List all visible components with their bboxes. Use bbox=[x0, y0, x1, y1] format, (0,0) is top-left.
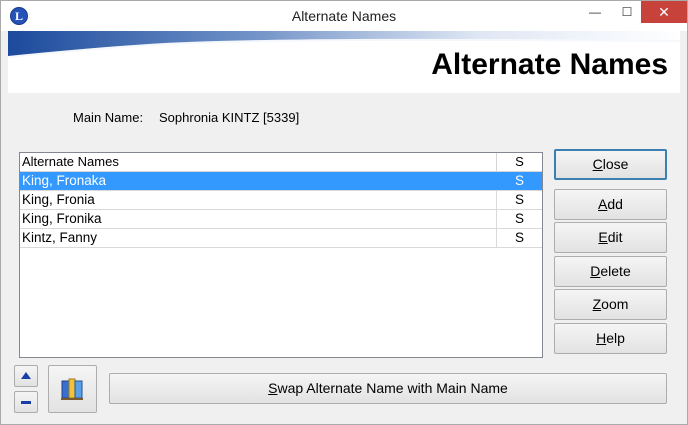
swap-main-name-button[interactable]: Swap Alternate Name with Main Name bbox=[109, 373, 667, 404]
zoom-button[interactable]: Zoom bbox=[554, 289, 667, 320]
row-s: S bbox=[514, 192, 524, 207]
close-button[interactable]: Close bbox=[554, 149, 667, 180]
help-button[interactable]: Help bbox=[554, 323, 667, 354]
row-name: King, Fronaka bbox=[20, 172, 497, 190]
row-name: Kintz, Fanny bbox=[20, 229, 497, 247]
row-s: S bbox=[514, 173, 524, 188]
alternate-names-window: L Alternate Names — ☐ ✕ Alternate Names … bbox=[0, 0, 688, 425]
dialog-body: Main Name: Sophronia KINTZ [5339] Altern… bbox=[8, 93, 680, 418]
maximize-button[interactable]: ☐ bbox=[613, 1, 641, 23]
delete-hotkey: D bbox=[590, 263, 601, 279]
row-name: King, Fronia bbox=[20, 191, 497, 209]
minus-icon bbox=[21, 401, 31, 404]
swap-label: wap Alternate Name with Main Name bbox=[277, 380, 508, 396]
edit-hotkey: E bbox=[598, 229, 608, 245]
close-window-button[interactable]: ✕ bbox=[641, 1, 687, 23]
sources-button[interactable] bbox=[48, 365, 97, 413]
close-label: lose bbox=[602, 156, 629, 172]
list-row[interactable]: King, Fronika S bbox=[20, 210, 542, 229]
zoom-label: oom bbox=[601, 296, 629, 312]
edit-label: dit bbox=[607, 229, 623, 245]
zoom-hotkey: Z bbox=[592, 296, 602, 312]
arrow-up-icon bbox=[21, 372, 31, 379]
row-s: S bbox=[514, 230, 524, 245]
help-label: elp bbox=[606, 330, 625, 346]
minimize-button[interactable]: — bbox=[581, 1, 609, 23]
book-icon bbox=[61, 378, 83, 400]
alternate-names-list[interactable]: Alternate Names S King, Fronaka S King, … bbox=[19, 152, 543, 358]
list-row[interactable]: King, Fronia S bbox=[20, 191, 542, 210]
help-hotkey: H bbox=[596, 330, 607, 346]
main-name-value: Sophronia KINTZ [5339] bbox=[159, 110, 300, 125]
list-row[interactable]: Kintz, Fanny S bbox=[20, 229, 542, 248]
title-bar: L Alternate Names — ☐ ✕ bbox=[1, 1, 687, 31]
main-name-label: Main Name: bbox=[73, 110, 144, 125]
delete-button[interactable]: Delete bbox=[554, 256, 667, 287]
list-row[interactable]: King, Fronaka S bbox=[20, 172, 542, 191]
column-header-s[interactable]: S bbox=[497, 153, 542, 171]
close-hotkey: C bbox=[592, 156, 603, 172]
move-down-button[interactable] bbox=[14, 391, 38, 413]
edit-button[interactable]: Edit bbox=[554, 222, 667, 253]
add-button[interactable]: Add bbox=[554, 189, 667, 220]
add-label: dd bbox=[607, 196, 623, 212]
header-banner: Alternate Names bbox=[8, 31, 680, 93]
move-up-button[interactable] bbox=[14, 365, 38, 387]
delete-label: elete bbox=[600, 263, 631, 279]
add-hotkey: A bbox=[598, 196, 608, 212]
row-s: S bbox=[514, 211, 524, 226]
banner-title: Alternate Names bbox=[431, 48, 668, 81]
column-header-alternate-names[interactable]: Alternate Names bbox=[20, 153, 497, 171]
row-name: King, Fronika bbox=[20, 210, 497, 228]
list-header: Alternate Names S bbox=[20, 153, 542, 172]
swap-hotkey: S bbox=[268, 380, 278, 396]
